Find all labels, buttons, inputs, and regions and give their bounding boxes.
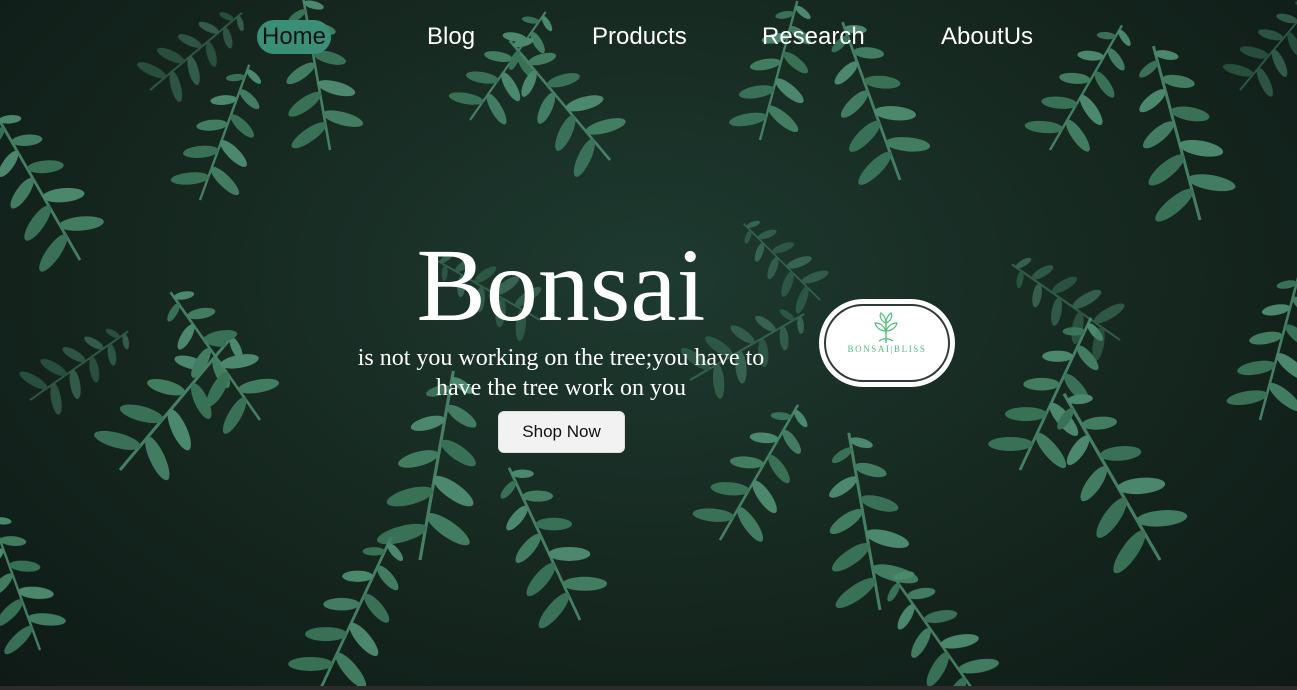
nav-item-research[interactable]: Research [762,20,865,54]
hero-subtitle: is not you working on the tree;you have … [357,345,765,401]
nav-item-home[interactable]: Home [257,20,332,54]
bottom-border [0,686,1297,690]
nav-item-blog[interactable]: Blog [427,20,475,54]
hero-title: Bonsai [416,228,706,343]
logo-text: BONSAI|BLISS [847,344,927,354]
brand-logo[interactable]: BONSAI|BLISS [819,299,955,387]
main-nav: Home Blog Products Research AboutUs [0,0,1297,76]
nav-item-aboutus[interactable]: AboutUs [941,20,1033,54]
sprout-icon [874,312,898,343]
nav-item-products[interactable]: Products [592,20,687,54]
shop-now-button[interactable]: Shop Now [498,411,625,453]
